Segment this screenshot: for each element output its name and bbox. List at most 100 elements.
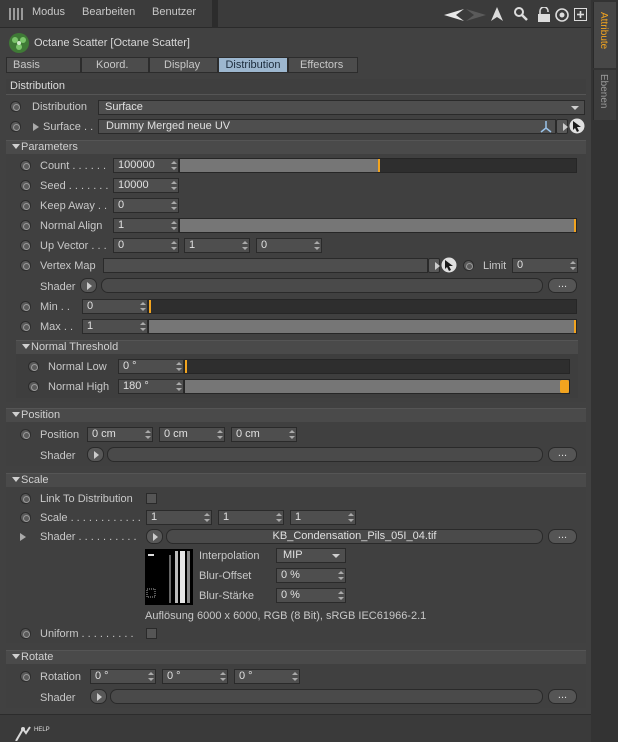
target-icon[interactable] <box>555 8 569 22</box>
vertexmap-link-field[interactable] <box>103 258 428 273</box>
link-anim-radio[interactable] <box>20 493 31 504</box>
shader-more-button[interactable]: ... <box>548 278 577 293</box>
spinner-icon[interactable] <box>171 201 177 210</box>
upvector-x-field[interactable]: 0 <box>113 238 179 253</box>
spinner-icon[interactable] <box>148 672 154 681</box>
interpolation-dropdown[interactable]: MIP <box>276 548 346 563</box>
distribution-anim-radio[interactable] <box>10 101 21 112</box>
spinner-icon[interactable] <box>220 672 226 681</box>
uniform-checkbox[interactable] <box>146 628 157 639</box>
menu-benutzer[interactable]: Benutzer <box>152 6 196 18</box>
pick-session-icon[interactable] <box>441 257 457 273</box>
spinner-icon[interactable] <box>338 571 344 580</box>
count-slider-handle[interactable] <box>378 159 380 172</box>
scale-shader-link-field[interactable]: KB_Condensation_Pils_05I_04.tif <box>166 529 543 544</box>
max-slider-handle[interactable] <box>574 320 576 333</box>
rotation-b-field[interactable]: 0 ° <box>234 669 300 684</box>
tab-distribution[interactable]: Distribution <box>218 57 288 73</box>
spinner-icon[interactable] <box>171 161 177 170</box>
normallow-anim-radio[interactable] <box>28 361 39 372</box>
lock-icon[interactable] <box>538 7 550 22</box>
count-anim-radio[interactable] <box>20 160 31 171</box>
min-field[interactable]: 0 <box>82 299 148 314</box>
expand-arrow-icon[interactable] <box>33 123 39 131</box>
new-manager-icon[interactable] <box>574 8 587 21</box>
spinner-icon[interactable] <box>338 591 344 600</box>
rotate-header[interactable]: Rotate <box>6 650 586 664</box>
scale-anim-radio[interactable] <box>20 512 31 523</box>
position-shader-link-field[interactable] <box>107 447 543 462</box>
forward-arrow-icon[interactable] <box>466 9 486 21</box>
rotation-h-field[interactable]: 0 ° <box>90 669 156 684</box>
limit-field[interactable]: 0 <box>512 258 578 273</box>
seed-anim-radio[interactable] <box>20 180 31 191</box>
normallow-field[interactable]: 0 ° <box>118 359 184 374</box>
min-slider-handle[interactable] <box>149 300 151 313</box>
normalalign-slider[interactable] <box>179 218 577 233</box>
rotation-p-field[interactable]: 0 ° <box>162 669 228 684</box>
max-slider[interactable] <box>148 319 577 334</box>
surface-play-button[interactable] <box>556 119 568 134</box>
position-header[interactable]: Position <box>6 408 586 422</box>
vertexmap-anim-radio[interactable] <box>20 260 31 271</box>
spinner-icon[interactable] <box>242 241 248 250</box>
keepaway-anim-radio[interactable] <box>20 200 31 211</box>
spinner-icon[interactable] <box>204 513 210 522</box>
tab-basis[interactable]: Basis <box>6 57 81 73</box>
position-x-field[interactable]: 0 cm <box>87 427 153 442</box>
normalhigh-slider-handle[interactable] <box>560 380 569 393</box>
scale-shader-more-button[interactable]: ... <box>548 529 577 544</box>
upvector-z-field[interactable]: 0 <box>256 238 322 253</box>
spinner-icon[interactable] <box>171 181 177 190</box>
count-slider[interactable] <box>179 158 577 173</box>
surface-link-field[interactable]: Dummy Merged neue UV <box>98 119 556 134</box>
menu-bearbeiten[interactable]: Bearbeiten <box>82 6 135 18</box>
shader-play-button[interactable] <box>80 278 97 293</box>
link-checkbox[interactable] <box>146 493 157 504</box>
object-link-icon[interactable] <box>540 121 552 133</box>
uniform-anim-radio[interactable] <box>20 628 31 639</box>
spinner-icon[interactable] <box>292 672 298 681</box>
rotate-shader-link-field[interactable] <box>110 689 543 704</box>
max-field[interactable]: 1 <box>82 319 148 334</box>
surface-anim-radio[interactable] <box>10 121 21 132</box>
scale-x-field[interactable]: 1 <box>146 510 212 525</box>
position-anim-radio[interactable] <box>20 429 31 440</box>
scale-header[interactable]: Scale <box>6 473 586 487</box>
limit-anim-radio[interactable] <box>463 260 474 271</box>
vertexmap-play-button[interactable] <box>428 258 440 273</box>
spinner-icon[interactable] <box>348 513 354 522</box>
min-anim-radio[interactable] <box>20 301 31 312</box>
pointer-up-icon[interactable] <box>491 7 503 21</box>
normalhigh-field[interactable]: 180 ° <box>118 379 184 394</box>
position-shader-more-button[interactable]: ... <box>548 447 577 462</box>
count-field[interactable]: 100000 <box>113 158 179 173</box>
pick-session-icon[interactable] <box>569 118 585 134</box>
normal-threshold-header[interactable]: Normal Threshold <box>16 340 578 354</box>
spinner-icon[interactable] <box>171 241 177 250</box>
position-shader-play-button[interactable] <box>87 447 104 462</box>
scale-y-field[interactable]: 1 <box>218 510 284 525</box>
normallow-slider[interactable] <box>184 359 570 374</box>
tab-effectors[interactable]: Effectors <box>288 57 358 73</box>
spinner-icon[interactable] <box>140 322 146 331</box>
search-icon[interactable] <box>514 7 528 21</box>
tab-display[interactable]: Display <box>149 57 218 73</box>
back-arrow-icon[interactable] <box>444 9 464 21</box>
spinner-icon[interactable] <box>171 221 177 230</box>
spinner-icon[interactable] <box>176 362 182 371</box>
spinner-icon[interactable] <box>314 241 320 250</box>
rotate-shader-more-button[interactable]: ... <box>548 689 577 704</box>
normalalign-slider-handle[interactable] <box>574 219 576 232</box>
menu-modus[interactable]: Modus <box>32 6 65 18</box>
tab-ebenen[interactable]: Ebenen <box>593 70 616 120</box>
position-y-field[interactable]: 0 cm <box>159 427 225 442</box>
tab-attribute[interactable]: Attribute <box>593 2 616 68</box>
texture-preview-thumbnail[interactable] <box>145 549 193 605</box>
min-slider[interactable] <box>148 299 577 314</box>
keepaway-field[interactable]: 0 <box>113 198 179 213</box>
scale-shader-play-button[interactable] <box>146 529 163 544</box>
expand-arrow-icon[interactable] <box>20 533 26 541</box>
spinner-icon[interactable] <box>276 513 282 522</box>
scale-z-field[interactable]: 1 <box>290 510 356 525</box>
